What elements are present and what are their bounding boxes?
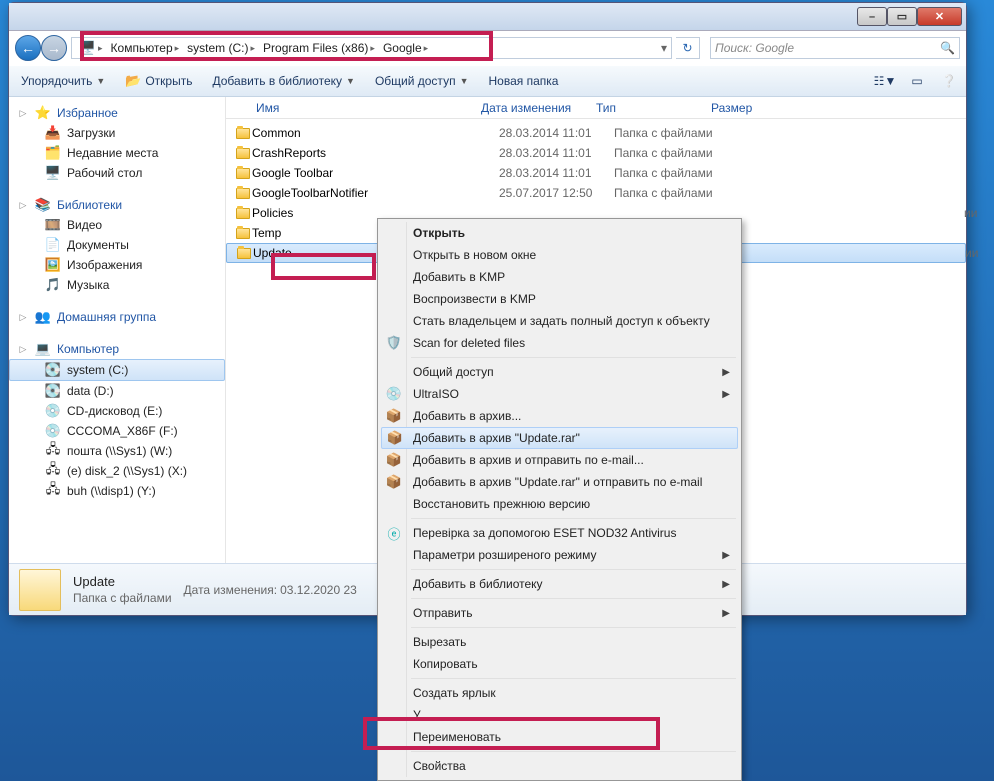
details-name: Update — [73, 574, 172, 589]
ctx-add-kmp[interactable]: Добавить в KMP — [381, 266, 738, 288]
folder-icon — [236, 148, 250, 159]
ctx-add-rar-email[interactable]: 📦Добавить в архив "Update.rar" и отправи… — [381, 471, 738, 493]
close-button[interactable]: ✕ — [917, 7, 962, 26]
details-folder-icon — [19, 569, 61, 611]
refresh-button[interactable]: ↻ — [676, 37, 700, 59]
ctx-restore[interactable]: Восстановить прежнюю версию — [381, 493, 738, 515]
file-row[interactable]: GoogleToolbarNotifier25.07.2017 12:50Пап… — [226, 183, 966, 203]
sidebar-homegroup-head[interactable]: ▷👥Домашняя группа — [9, 307, 225, 327]
rar-icon: 📦 — [386, 429, 404, 447]
sidebar-item-desktop[interactable]: 🖥️Рабочий стол — [9, 163, 225, 183]
sidebar-item-net-y[interactable]: 🖧buh (\\disp1) (Y:) — [9, 481, 225, 501]
view-button[interactable]: ☷ ▼ — [874, 71, 896, 91]
sidebar-item-system-c[interactable]: 💽system (C:) — [9, 359, 225, 381]
sidebar-item-cd-e[interactable]: 💿CD-дисковод (E:) — [9, 401, 225, 421]
crumb-progfiles[interactable]: Program Files (x86) — [263, 41, 368, 55]
sidebar-item-data-d[interactable]: 💽data (D:) — [9, 381, 225, 401]
ctx-delete[interactable]: У — [381, 704, 738, 726]
help-button[interactable]: ❔ — [938, 71, 960, 91]
nav-back-button[interactable]: ← — [15, 35, 41, 61]
ctx-add-rar[interactable]: 📦Добавить в архив "Update.rar" — [381, 427, 738, 449]
ctx-eset-adv[interactable]: Параметри розширеного режиму▶ — [381, 544, 738, 566]
rar-icon: 📦 — [385, 451, 403, 469]
col-size[interactable]: Размер — [711, 101, 791, 115]
sidebar-item-documents[interactable]: 📄Документы — [9, 235, 225, 255]
sidebar-item-net-x[interactable]: 🖧(e) disk_2 (\\Sys1) (X:) — [9, 461, 225, 481]
folder-icon — [236, 188, 250, 199]
ctx-play-kmp[interactable]: Воспроизвести в KMP — [381, 288, 738, 310]
folder-icon — [236, 168, 250, 179]
sidebar-libraries-head[interactable]: ▷📚Библиотеки — [9, 195, 225, 215]
ctx-ultraiso[interactable]: 💿UltraISO▶ — [381, 383, 738, 405]
sidebar-item-video[interactable]: 🎞️Видео — [9, 215, 225, 235]
crumb-computer[interactable]: Компьютер — [111, 41, 173, 55]
ctx-share[interactable]: Общий доступ▶ — [381, 361, 738, 383]
titlebar: – ▭ ✕ — [9, 3, 966, 31]
ctx-send[interactable]: Отправить▶ — [381, 602, 738, 624]
add-library-button[interactable]: Добавить в библиотеку▼ — [206, 71, 360, 91]
crumb-system[interactable]: system (C:) — [187, 41, 248, 55]
folder-icon — [237, 248, 251, 259]
folder-icon — [236, 228, 250, 239]
nav-forward-button[interactable]: → — [41, 35, 67, 61]
rar-icon: 📦 — [385, 407, 403, 425]
scan-icon: 🛡️ — [385, 334, 403, 352]
file-row[interactable]: CrashReports28.03.2014 11:01Папка с файл… — [226, 143, 966, 163]
sidebar-computer-head[interactable]: ▷💻Компьютер — [9, 339, 225, 359]
ctx-cut[interactable]: Вырезать — [381, 631, 738, 653]
maximize-button[interactable]: ▭ — [887, 7, 917, 26]
column-headers[interactable]: Имя Дата изменения Тип Размер — [226, 97, 966, 119]
eset-icon: ⓔ — [385, 524, 403, 542]
ctx-eset[interactable]: ⓔПеревірка за допомогою ESET NOD32 Antiv… — [381, 522, 738, 544]
ultraiso-icon: 💿 — [385, 385, 403, 403]
ctx-properties[interactable]: Свойства — [381, 755, 738, 777]
nav-row: ← → 🖥️▸ Компьютер▸ system (C:)▸ Program … — [9, 31, 966, 65]
sidebar-favorites-head[interactable]: ▷⭐Избранное — [9, 103, 225, 123]
file-row[interactable]: Common28.03.2014 11:01Папка с файлами — [226, 123, 966, 143]
ctx-add-archive[interactable]: 📦Добавить в архив... — [381, 405, 738, 427]
context-menu: Открыть Открыть в новом окне Добавить в … — [377, 218, 742, 781]
col-date[interactable]: Дата изменения — [481, 101, 596, 115]
col-type[interactable]: Тип — [596, 101, 711, 115]
ctx-shortcut[interactable]: Создать ярлык — [381, 682, 738, 704]
organize-button[interactable]: Упорядочить▼ — [15, 71, 111, 91]
minimize-button[interactable]: – — [857, 7, 887, 26]
ctx-addlib[interactable]: Добавить в библиотеку▶ — [381, 573, 738, 595]
ctx-open[interactable]: Открыть — [381, 222, 738, 244]
folder-icon — [236, 128, 250, 139]
sidebar-item-net-w[interactable]: 🖧пошта (\\Sys1) (W:) — [9, 441, 225, 461]
sidebar-item-cccoma-f[interactable]: 💿CCCOMA_X86F (F:) — [9, 421, 225, 441]
ctx-scan[interactable]: 🛡️Scan for deleted files — [381, 332, 738, 354]
ctx-rename[interactable]: Переименовать — [381, 726, 738, 748]
folder-icon — [236, 208, 250, 219]
details-type: Папка с файлами — [73, 591, 172, 605]
ctx-open-new[interactable]: Открыть в новом окне — [381, 244, 738, 266]
search-placeholder: Поиск: Google — [715, 41, 794, 55]
search-icon: 🔍 — [940, 41, 955, 55]
breadcrumb[interactable]: 🖥️▸ Компьютер▸ system (C:)▸ Program File… — [71, 37, 672, 59]
sidebar-item-music[interactable]: 🎵Музыка — [9, 275, 225, 295]
crumb-google[interactable]: Google — [383, 41, 422, 55]
file-row[interactable]: Google Toolbar28.03.2014 11:01Папка с фа… — [226, 163, 966, 183]
ctx-copy[interactable]: Копировать — [381, 653, 738, 675]
preview-pane-button[interactable]: ▭ — [906, 71, 928, 91]
sidebar-item-recent[interactable]: 🗂️Недавние места — [9, 143, 225, 163]
sidebar-item-pictures[interactable]: 🖼️Изображения — [9, 255, 225, 275]
sidebar-item-downloads[interactable]: 📥Загрузки — [9, 123, 225, 143]
ctx-owner[interactable]: Стать владельцем и задать полный доступ … — [381, 310, 738, 332]
rar-icon: 📦 — [385, 473, 403, 491]
search-input[interactable]: Поиск: Google 🔍 — [710, 37, 960, 59]
new-folder-button[interactable]: Новая папка — [482, 71, 564, 91]
ctx-add-email[interactable]: 📦Добавить в архив и отправить по e-mail.… — [381, 449, 738, 471]
col-name[interactable]: Имя — [236, 101, 481, 115]
sidebar: ▷⭐Избранное 📥Загрузки 🗂️Недавние места 🖥… — [9, 97, 226, 563]
open-button[interactable]: 📂Открыть — [119, 70, 198, 92]
toolbar: Упорядочить▼ 📂Открыть Добавить в библиот… — [9, 65, 966, 97]
share-button[interactable]: Общий доступ▼ — [369, 71, 475, 91]
